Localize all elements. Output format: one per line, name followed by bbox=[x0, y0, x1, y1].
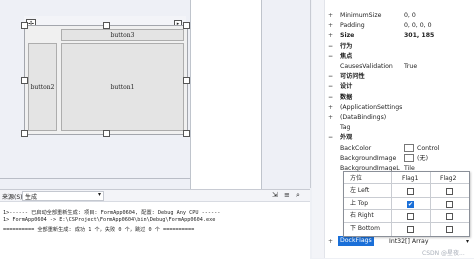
flag1-checkbox[interactable] bbox=[407, 225, 414, 233]
flag2-checkbox[interactable] bbox=[446, 213, 453, 220]
resize-handle[interactable] bbox=[183, 77, 190, 84]
color-swatch-icon bbox=[404, 153, 414, 162]
properties-gutter bbox=[312, 0, 325, 258]
button2[interactable]: button2 bbox=[28, 43, 57, 131]
resize-handle[interactable] bbox=[21, 130, 28, 137]
dock-direction-label: 上 Top bbox=[350, 199, 369, 207]
grid-line bbox=[391, 172, 392, 236]
output-pane: 来源(S): 生成 ▾ ⇲ ≡ ⌕ 1>------ 已启动全部重新生成: 项目… bbox=[0, 189, 310, 259]
dock-direction-label: 右 Right bbox=[350, 212, 374, 219]
property-value-text: True bbox=[404, 63, 418, 70]
designer-surface[interactable]: ✢ ▸ button3 button2 button1 bbox=[0, 0, 311, 191]
column-header-direction: 方位 bbox=[350, 175, 363, 182]
flag1-checkbox[interactable]: ✔ bbox=[407, 200, 414, 208]
secondary-window bbox=[190, 0, 262, 191]
expand-icon[interactable]: + bbox=[328, 236, 333, 247]
flag2-checkbox[interactable] bbox=[446, 200, 453, 208]
grid-line bbox=[430, 172, 431, 236]
output-line: 1>------ 已启动全部重新生成: 项目: FormApp0604, 配置:… bbox=[3, 210, 221, 216]
flag2-checkbox[interactable] bbox=[446, 188, 453, 195]
window-edge-line bbox=[0, 178, 190, 179]
property-value-text: (无) bbox=[417, 154, 429, 162]
property-value-text: 0, 0 bbox=[404, 12, 416, 19]
property-value-text: 301, 185 bbox=[404, 32, 435, 40]
resize-handle[interactable] bbox=[21, 77, 28, 84]
watermark: CSDN @星夜... bbox=[422, 250, 465, 257]
chevron-down-icon: ▾ bbox=[97, 191, 101, 198]
word-wrap-icon[interactable]: ≡ bbox=[284, 191, 290, 199]
resize-handle[interactable] bbox=[103, 22, 110, 29]
output-line: 1> FormApp0604 -> E:\CSProject\FormApp06… bbox=[3, 217, 216, 223]
resize-handle[interactable] bbox=[103, 130, 110, 137]
output-toolbar: 来源(S): 生成 ▾ ⇲ ≡ ⌕ bbox=[0, 190, 310, 202]
form-client-area[interactable]: button3 button2 button1 bbox=[21, 22, 190, 137]
output-source-value: 生成 bbox=[25, 194, 38, 201]
dockflags-dropdown[interactable]: 方位 Flag1 Flag2 左 Left 上 Top ✔ 右 Right 下 Bott… bbox=[343, 171, 470, 237]
color-swatch-icon bbox=[404, 143, 414, 152]
dropdown-arrow-icon[interactable]: ▾ bbox=[466, 236, 469, 247]
resize-handle[interactable] bbox=[183, 130, 190, 137]
property-value: Int32[] Array bbox=[389, 238, 429, 245]
button2-label: button2 bbox=[30, 83, 55, 91]
flag1-checkbox[interactable] bbox=[407, 213, 414, 220]
property-value-text: 0, 0, 0, 0 bbox=[404, 22, 432, 30]
dock-direction-label: 左 Left bbox=[350, 187, 370, 194]
resize-handle[interactable] bbox=[21, 22, 28, 29]
flag1-checkbox[interactable] bbox=[407, 188, 414, 195]
button1[interactable]: button1 bbox=[61, 43, 184, 131]
button1-label: button1 bbox=[110, 83, 135, 91]
dock-direction-label: 下 Bottom bbox=[350, 224, 380, 232]
column-header-flag1: Flag1 bbox=[402, 175, 419, 182]
output-source-select[interactable]: 生成 ▾ bbox=[22, 191, 104, 201]
flag2-checkbox[interactable] bbox=[446, 225, 453, 233]
property-row-dockflags[interactable]: + DockFlags Int32[] Array ▾ bbox=[326, 236, 474, 247]
column-header-flag2: Flag2 bbox=[440, 175, 457, 182]
button3[interactable]: button3 bbox=[61, 29, 184, 41]
resize-handle[interactable] bbox=[183, 22, 190, 29]
output-line: ========== 全部重新生成: 成功 1 个，失败 0 个，跳过 0 个 … bbox=[3, 227, 195, 233]
property-value-text: Control bbox=[417, 144, 440, 152]
property-name: DockFlags bbox=[338, 236, 374, 246]
find-icon[interactable]: ⌕ bbox=[296, 191, 300, 200]
clear-output-icon[interactable]: ⇲ bbox=[272, 191, 278, 199]
button3-label: button3 bbox=[110, 31, 135, 39]
